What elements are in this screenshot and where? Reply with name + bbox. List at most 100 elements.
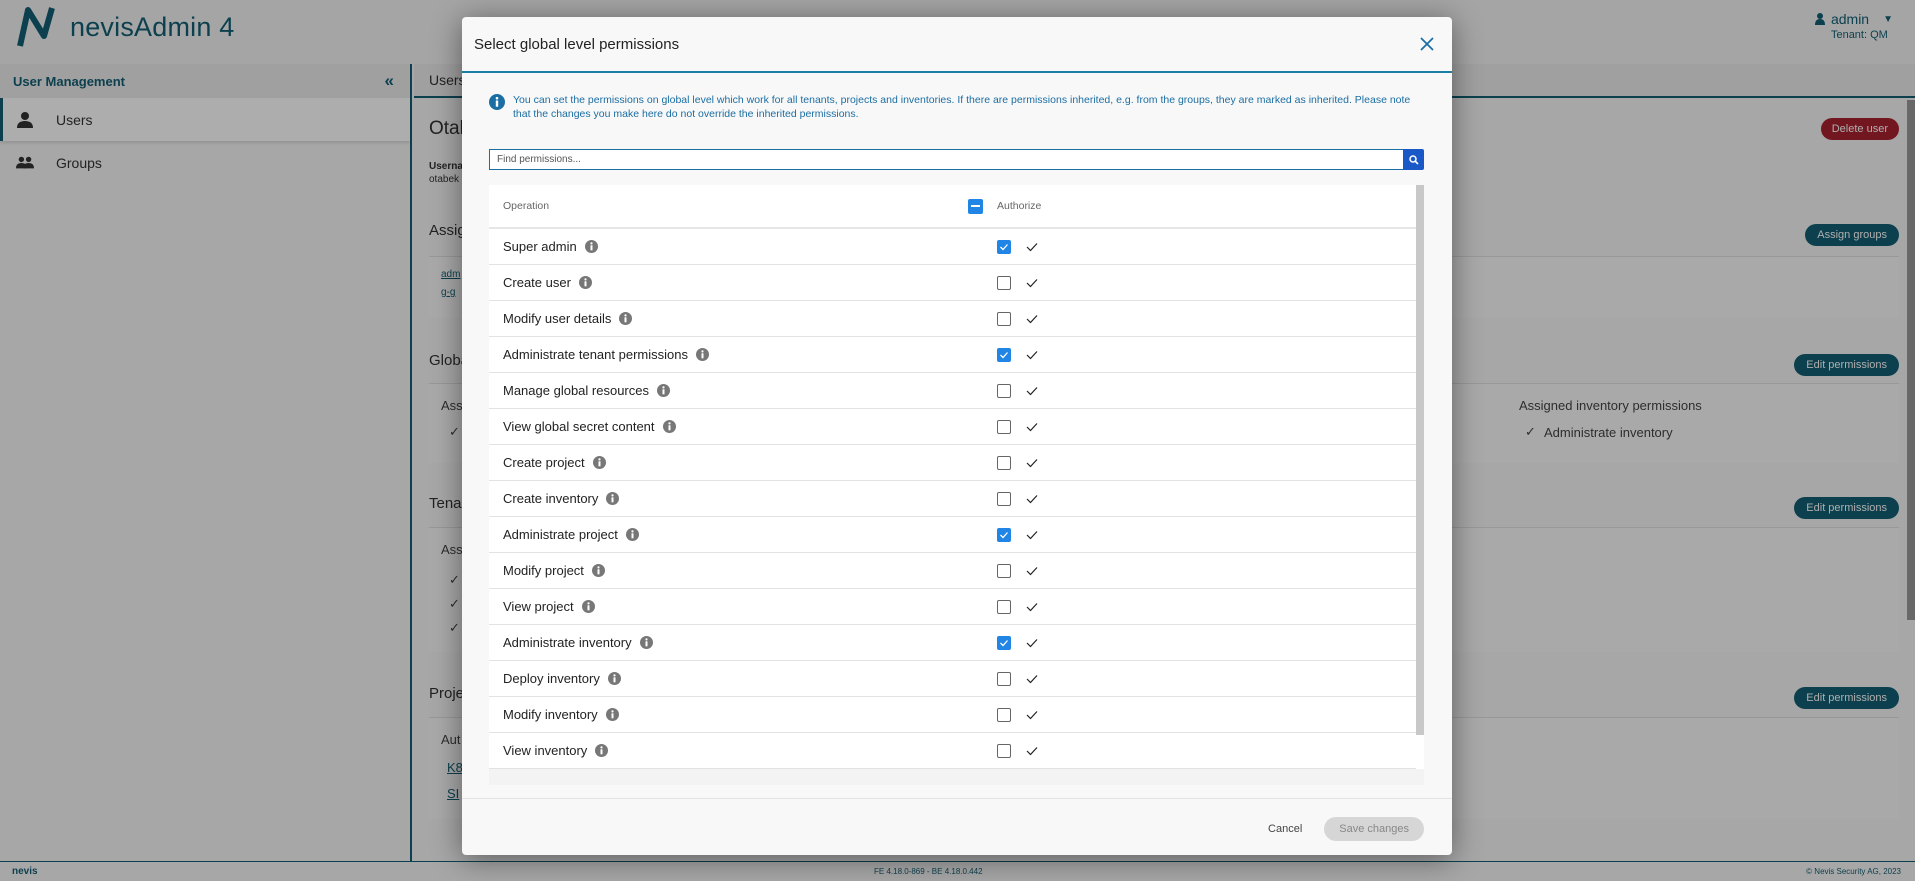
authorize-checkbox[interactable] (997, 599, 1011, 614)
authorize-checkbox[interactable] (997, 563, 1011, 578)
authorize-checkbox[interactable] (997, 311, 1011, 326)
info-icon[interactable] (595, 744, 609, 757)
info-icon[interactable] (591, 564, 605, 577)
authorize-checkbox[interactable] (997, 743, 1011, 758)
effective-check-icon (1026, 314, 1038, 323)
authorize-checkbox[interactable] (997, 347, 1011, 362)
effective-check-icon (1026, 710, 1038, 719)
info-message: You can set the permissions on global le… (489, 93, 1412, 121)
table-row: Create project (489, 445, 1416, 481)
permission-label: Modify inventory (503, 707, 598, 722)
permission-label: Manage global resources (503, 383, 649, 398)
table-row: Manage global resources (489, 373, 1416, 409)
info-icon[interactable] (581, 600, 595, 613)
permission-label: Modify user details (503, 311, 612, 326)
permission-label: Create inventory (503, 491, 599, 506)
authorize-checkbox[interactable] (997, 671, 1011, 686)
info-icon[interactable] (592, 456, 606, 469)
table-row: Create inventory (489, 481, 1416, 517)
checkmark-icon (1000, 243, 1008, 250)
modal-title: Select global level permissions (474, 35, 680, 53)
info-text: You can set the permissions on global le… (513, 94, 1411, 120)
info-icon[interactable] (639, 636, 653, 649)
table-row: View project (489, 589, 1416, 625)
authorize-checkbox[interactable] (997, 635, 1011, 650)
effective-check-icon (1026, 458, 1038, 467)
info-icon[interactable] (656, 384, 670, 397)
permission-label: View global secret content (503, 419, 655, 434)
search-bar (489, 149, 1424, 170)
effective-check-icon (1026, 350, 1038, 359)
permission-label: Deploy inventory (503, 671, 600, 686)
table-row: Administrate project (489, 517, 1416, 553)
divider (462, 798, 1452, 799)
permission-label: Administrate project (503, 527, 618, 542)
table-row: Create user (489, 265, 1416, 301)
authorize-checkbox[interactable] (997, 707, 1011, 722)
authorize-checkbox[interactable] (997, 491, 1011, 506)
table-row: View inventory (489, 733, 1416, 769)
effective-check-icon (1026, 386, 1038, 395)
info-icon (489, 94, 505, 110)
permissions-modal: Select global level permissions You can … (462, 17, 1452, 855)
info-icon[interactable] (606, 492, 620, 505)
permission-label: Create project (503, 455, 585, 470)
info-icon[interactable] (619, 312, 633, 325)
column-header-authorize: Authorize (997, 200, 1042, 212)
search-button[interactable] (1403, 149, 1424, 170)
info-icon[interactable] (607, 672, 621, 685)
table-row: Super admin (489, 229, 1416, 265)
info-icon[interactable] (605, 708, 619, 721)
permission-label: Administrate tenant permissions (503, 347, 688, 362)
table-row: Modify user details (489, 301, 1416, 337)
checkmark-icon (1000, 531, 1008, 538)
permission-label: View project (503, 599, 574, 614)
effective-check-icon (1026, 674, 1038, 683)
save-changes-button[interactable]: Save changes (1324, 817, 1424, 841)
search-icon (1408, 154, 1419, 165)
effective-check-icon (1026, 746, 1038, 755)
effective-check-icon (1026, 602, 1038, 611)
info-icon[interactable] (584, 240, 598, 253)
table-row: Modify project (489, 553, 1416, 589)
permission-label: Modify project (503, 563, 584, 578)
authorize-checkbox[interactable] (997, 275, 1011, 290)
table-row: Administrate inventory (489, 625, 1416, 661)
cancel-button[interactable]: Cancel (1268, 823, 1302, 835)
search-input[interactable] (489, 149, 1403, 170)
info-icon[interactable] (695, 348, 709, 361)
info-icon[interactable] (625, 528, 639, 541)
permissions-table: Operation Authorize Super admin Create u… (489, 185, 1424, 769)
column-header-operation: Operation (503, 200, 550, 212)
checkmark-icon (1000, 351, 1008, 358)
authorize-checkbox[interactable] (997, 383, 1011, 398)
table-header: Operation Authorize (489, 185, 1424, 229)
permission-label: Super admin (503, 239, 577, 254)
permission-label: Create user (503, 275, 571, 290)
checkmark-icon (1000, 639, 1008, 646)
table-scrollbar[interactable] (1416, 185, 1424, 735)
select-all-checkbox[interactable] (968, 198, 983, 214)
effective-check-icon (1026, 242, 1038, 251)
authorize-checkbox[interactable] (997, 455, 1011, 470)
table-row: Administrate tenant permissions (489, 337, 1416, 373)
table-footer-spacer (489, 769, 1424, 785)
permission-label: View inventory (503, 743, 588, 758)
effective-check-icon (1026, 422, 1038, 431)
close-icon[interactable] (1418, 35, 1436, 53)
effective-check-icon (1026, 494, 1038, 503)
table-body: Super admin Create user Modify user deta… (489, 229, 1424, 769)
effective-check-icon (1026, 638, 1038, 647)
authorize-checkbox[interactable] (997, 239, 1011, 254)
table-row: Modify inventory (489, 697, 1416, 733)
authorize-checkbox[interactable] (997, 527, 1011, 542)
info-icon[interactable] (662, 420, 676, 433)
info-icon[interactable] (578, 276, 592, 289)
permission-label: Administrate inventory (503, 635, 632, 650)
table-row: Deploy inventory (489, 661, 1416, 697)
table-row: View global secret content (489, 409, 1416, 445)
effective-check-icon (1026, 278, 1038, 287)
effective-check-icon (1026, 566, 1038, 575)
effective-check-icon (1026, 530, 1038, 539)
authorize-checkbox[interactable] (997, 419, 1011, 434)
